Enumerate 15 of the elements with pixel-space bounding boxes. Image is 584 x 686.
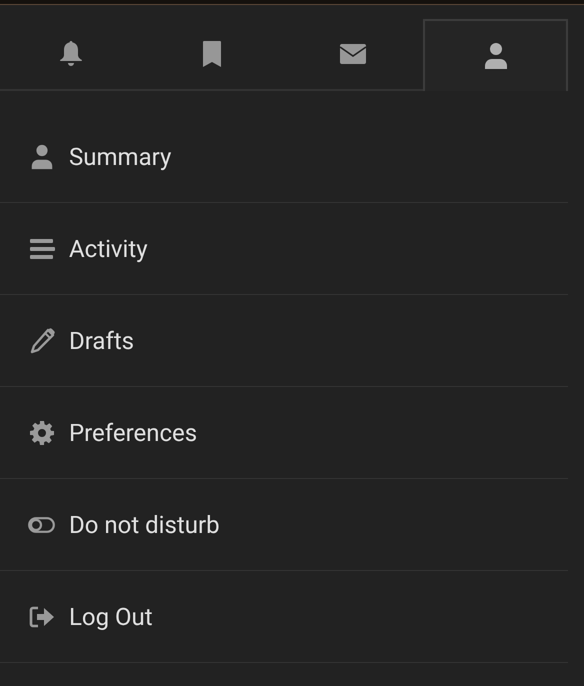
user-icon — [482, 42, 508, 70]
menu-toggle-item[interactable]: Do not disturb — [0, 479, 568, 571]
sign-out-icon — [28, 604, 55, 628]
lines-icon — [28, 238, 55, 260]
menu-item[interactable]: Log Out — [0, 571, 568, 663]
menu-item[interactable]: Activity — [0, 203, 568, 295]
tab[interactable] — [423, 19, 568, 91]
menu-item[interactable]: Drafts — [0, 295, 568, 387]
bookmark-icon — [200, 40, 222, 68]
menu-item[interactable]: Summary — [0, 111, 568, 203]
menu-item[interactable]: Preferences — [0, 387, 568, 479]
pencil-icon — [28, 328, 55, 354]
envelope-icon — [338, 43, 366, 65]
gear-icon — [28, 420, 55, 446]
bell-icon — [58, 40, 84, 68]
